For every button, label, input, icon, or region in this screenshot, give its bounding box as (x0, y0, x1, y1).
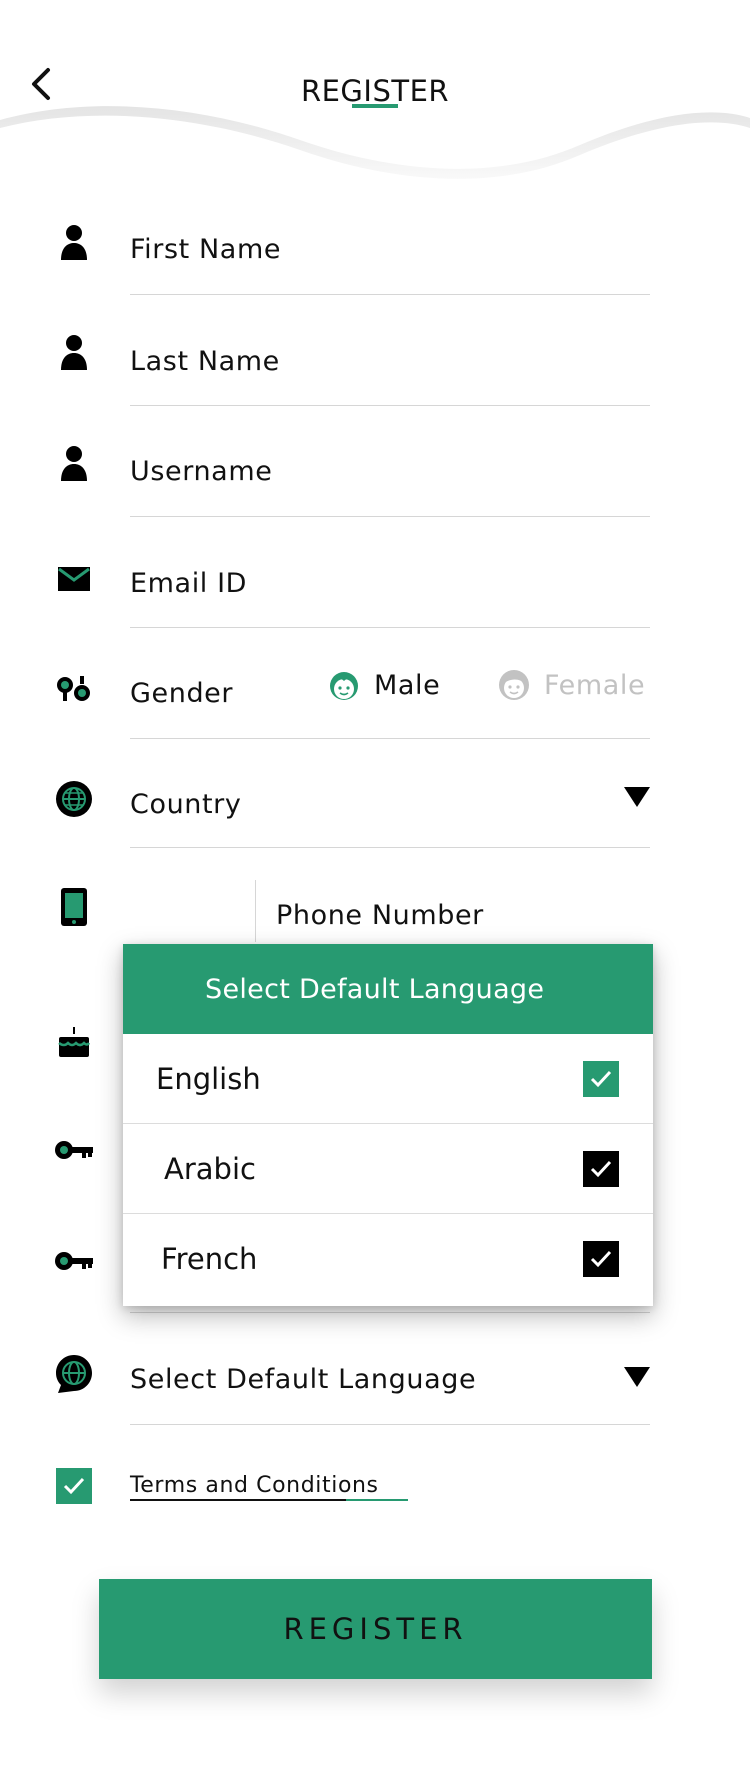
username-underline (130, 516, 650, 517)
phone-code-separator (255, 880, 256, 942)
email-underline (130, 627, 650, 628)
checkmark-icon (590, 1250, 612, 1268)
terms-link[interactable]: Terms and Conditions (130, 1473, 379, 1498)
register-button[interactable]: REGISTER (99, 1579, 652, 1679)
key-icon (54, 1138, 94, 1162)
envelope-icon (54, 559, 94, 599)
language-dialog: Select Default Language English Arabic F… (123, 944, 653, 1306)
language-option-arabic[interactable]: Arabic (123, 1124, 653, 1214)
french-checkbox[interactable] (583, 1241, 619, 1277)
default-language-underline (130, 1424, 650, 1425)
gender-option-female[interactable]: Female (498, 668, 645, 702)
female-label: Female (544, 669, 646, 701)
language-option-french[interactable]: French (123, 1214, 653, 1304)
email-placeholder: Email ID (130, 568, 248, 599)
language-dropdown-arrow-icon[interactable] (624, 1367, 650, 1387)
dialog-title: Select Default Language (123, 944, 653, 1034)
country-field[interactable]: Country (0, 743, 750, 854)
language-option-english[interactable]: English (123, 1034, 653, 1124)
female-face-icon (499, 670, 529, 700)
username-placeholder: Username (130, 456, 273, 487)
gender-icon (54, 669, 94, 709)
gender-field: Gender Male Female (0, 632, 750, 743)
first-name-field[interactable]: First Name (0, 190, 750, 301)
language-label: English (156, 1061, 261, 1096)
checkmark-icon (590, 1160, 612, 1177)
phone-placeholder: Phone Number (276, 900, 484, 931)
first-name-placeholder: First Name (130, 234, 282, 265)
terms-checkbox[interactable] (56, 1468, 92, 1504)
user-icon (54, 443, 94, 483)
birthday-cake-icon (56, 1027, 92, 1059)
gender-label: Gender (130, 678, 234, 709)
checkmark-icon (590, 1070, 612, 1087)
user-icon (54, 332, 94, 372)
email-field[interactable]: Email ID (0, 521, 750, 632)
last-name-field[interactable]: Last Name (0, 300, 750, 411)
confirm-password-underline (130, 1312, 650, 1313)
checkmark-icon (63, 1477, 85, 1495)
globe-icon (54, 779, 94, 819)
language-label: French (161, 1242, 258, 1276)
first-name-underline (130, 294, 650, 295)
arabic-checkbox[interactable] (583, 1150, 619, 1187)
username-field[interactable]: Username (0, 411, 750, 522)
key-icon (54, 1249, 94, 1273)
last-name-underline (130, 405, 650, 406)
default-language-placeholder: Select Default Language (130, 1364, 477, 1395)
language-globe-icon (54, 1354, 94, 1394)
country-dropdown-arrow-icon[interactable] (624, 787, 650, 807)
country-underline (130, 847, 650, 848)
male-face-icon (330, 672, 358, 700)
gender-underline (130, 738, 650, 739)
language-label: Arabic (164, 1151, 256, 1186)
last-name-placeholder: Last Name (130, 346, 280, 377)
english-checkbox[interactable] (583, 1060, 619, 1097)
country-placeholder: Country (130, 789, 242, 820)
gender-option-male[interactable]: Male (328, 668, 440, 702)
header-wave (0, 106, 750, 200)
mobile-phone-icon (54, 887, 94, 927)
title-underline (352, 104, 398, 108)
header: REGISTER (0, 0, 750, 200)
default-language-field[interactable]: Select Default Language (0, 1320, 750, 1431)
user-icon (54, 222, 94, 262)
terms-underline (130, 1499, 365, 1501)
page-title: REGISTER (300, 74, 450, 108)
male-label: Male (374, 669, 441, 701)
terms-underline-accent (346, 1499, 408, 1501)
